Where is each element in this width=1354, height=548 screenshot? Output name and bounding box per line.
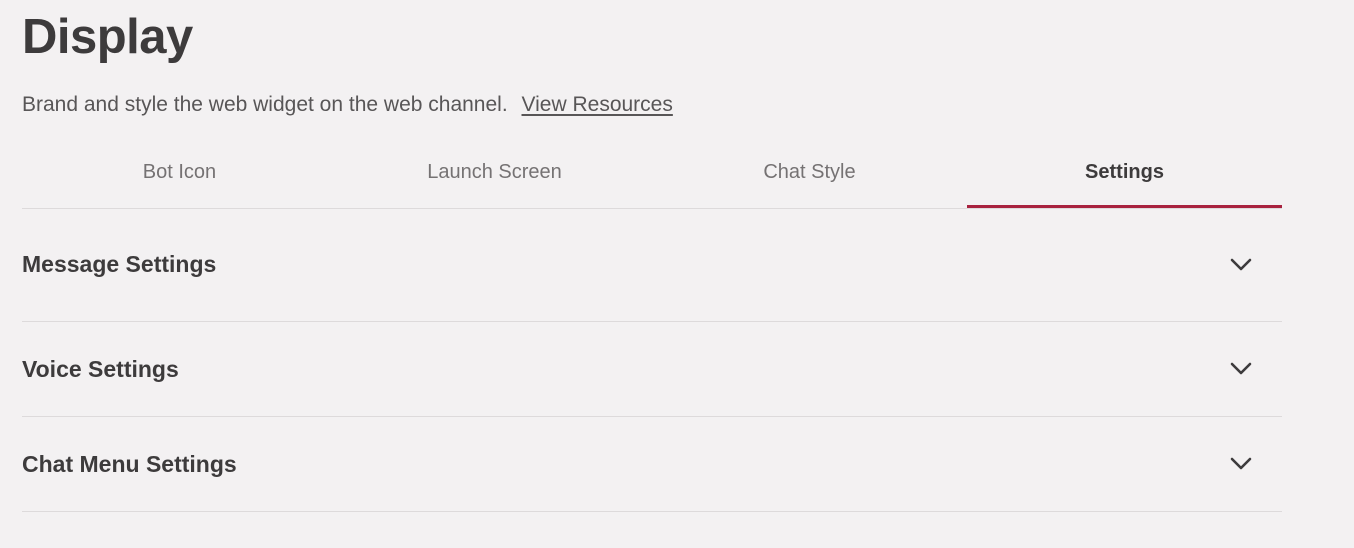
tab-label: Bot Icon bbox=[142, 160, 217, 183]
view-resources-link[interactable]: View Resources bbox=[522, 93, 673, 116]
tab-chat-style[interactable]: Chat Style bbox=[652, 140, 967, 208]
chevron-down-icon[interactable] bbox=[1228, 451, 1254, 477]
tab-launch-screen[interactable]: Launch Screen bbox=[337, 140, 652, 208]
settings-accordion: Message Settings Voice Settings Chat Men… bbox=[22, 209, 1282, 512]
page-title: Display bbox=[22, 10, 193, 64]
description-text: Brand and style the web widget on the we… bbox=[22, 93, 508, 116]
tab-label: Chat Style bbox=[763, 160, 856, 183]
tab-label: Launch Screen bbox=[427, 160, 562, 183]
chevron-down-icon[interactable] bbox=[1228, 252, 1254, 278]
voice-settings-section[interactable]: Voice Settings bbox=[22, 322, 1282, 417]
tab-bar: Bot Icon Launch Screen Chat Style Settin… bbox=[22, 140, 1282, 209]
section-title: Message Settings bbox=[22, 250, 217, 277]
chevron-down-icon[interactable] bbox=[1228, 356, 1254, 382]
page-description: Brand and style the web widget on the we… bbox=[22, 92, 673, 118]
chat-menu-settings-section[interactable]: Chat Menu Settings bbox=[22, 417, 1282, 512]
section-title: Voice Settings bbox=[22, 355, 179, 382]
message-settings-section[interactable]: Message Settings bbox=[22, 209, 1282, 322]
tab-bot-icon[interactable]: Bot Icon bbox=[22, 140, 337, 208]
section-title: Chat Menu Settings bbox=[22, 450, 237, 477]
tab-settings[interactable]: Settings bbox=[967, 140, 1282, 208]
tab-label: Settings bbox=[1085, 160, 1164, 183]
